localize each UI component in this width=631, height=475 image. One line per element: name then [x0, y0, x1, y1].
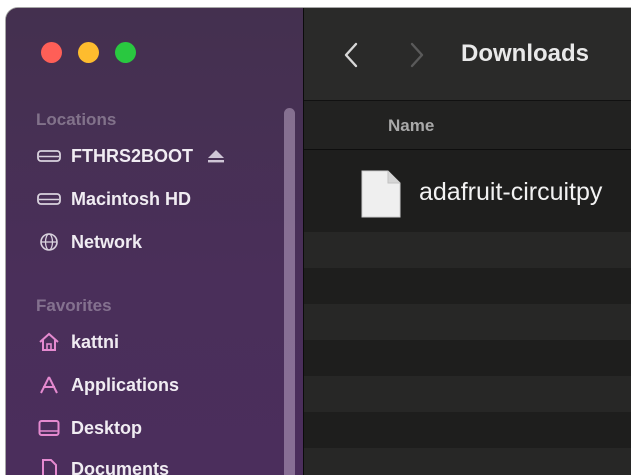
column-header-bar: Name — [304, 101, 631, 150]
chevron-left-icon — [344, 42, 358, 68]
empty-row — [304, 376, 631, 412]
file-row[interactable]: adafruit-circuitpy — [304, 150, 631, 232]
external-drive-icon — [36, 146, 62, 166]
sidebar-section-locations: Locations — [36, 110, 117, 129]
sidebar-item-label: Applications — [71, 374, 180, 395]
sidebar-item-desktop[interactable]: Desktop — [36, 414, 142, 442]
window-title: Downloads — [461, 40, 590, 67]
sidebar-section-favorites: Favorites — [36, 296, 112, 315]
close-window-button[interactable] — [41, 42, 62, 63]
applications-icon — [36, 375, 62, 395]
sidebar: Locations FTHRS2BOOT Macintosh HD Networ… — [6, 8, 303, 475]
internal-drive-icon — [36, 189, 62, 209]
sidebar-item-macintosh-hd[interactable]: Macintosh HD — [36, 185, 191, 213]
sidebar-item-label: kattni — [71, 331, 120, 352]
sidebar-item-label: Network — [71, 231, 143, 252]
minimize-window-button[interactable] — [78, 42, 99, 63]
sidebar-item-label: Desktop — [71, 417, 143, 438]
home-icon — [36, 332, 62, 352]
desktop-icon — [36, 418, 62, 438]
generic-file-icon — [358, 169, 402, 224]
toolbar: Downloads — [304, 8, 631, 101]
sidebar-item-documents[interactable]: Documents — [36, 455, 169, 475]
empty-row — [304, 232, 631, 268]
finder-window: Locations FTHRS2BOOT Macintosh HD Networ… — [6, 8, 631, 475]
eject-icon[interactable] — [207, 149, 225, 163]
network-globe-icon — [36, 232, 62, 252]
sidebar-item-network[interactable]: Network — [36, 228, 142, 256]
sidebar-item-kattni[interactable]: kattni — [36, 328, 119, 356]
sidebar-item-label: FTHRS2BOOT — [71, 145, 194, 166]
empty-row — [304, 304, 631, 340]
sidebar-item-applications[interactable]: Applications — [36, 371, 179, 399]
forward-button[interactable] — [404, 38, 430, 72]
empty-row — [304, 448, 631, 475]
file-browser: Downloads Name adafruit-circuitpy — [304, 8, 631, 475]
file-name: adafruit-circuitpy — [419, 178, 603, 206]
chevron-right-icon — [410, 42, 424, 68]
sidebar-item-fthrs2boot[interactable]: FTHRS2BOOT — [36, 142, 225, 170]
column-header-name[interactable]: Name — [388, 116, 434, 136]
zoom-window-button[interactable] — [115, 42, 136, 63]
document-icon — [36, 459, 62, 475]
sidebar-scrollbar[interactable] — [284, 108, 295, 475]
back-button[interactable] — [338, 38, 364, 72]
sidebar-item-label: Macintosh HD — [71, 188, 192, 209]
sidebar-item-label: Documents — [71, 458, 170, 475]
